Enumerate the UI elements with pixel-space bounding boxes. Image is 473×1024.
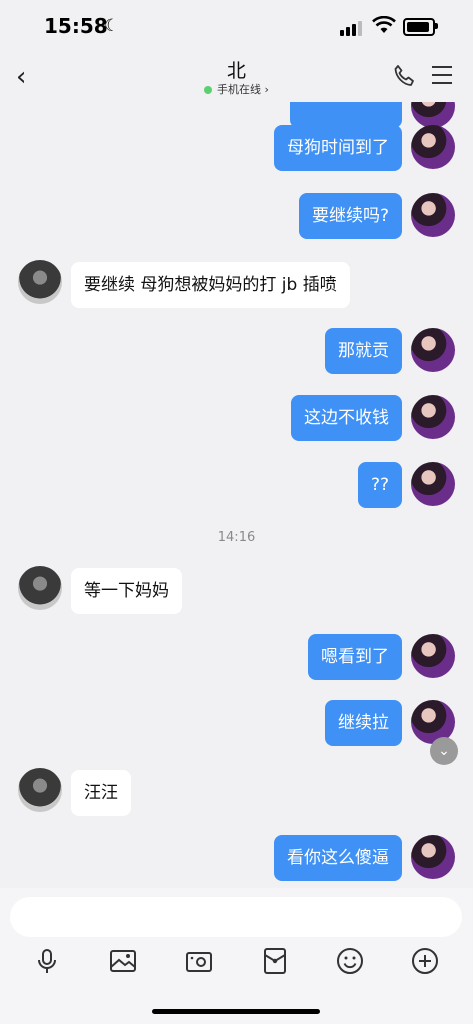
status-bar: 15:58 ☾ bbox=[0, 0, 473, 52]
scroll-down-button[interactable]: ⌄ bbox=[430, 737, 458, 765]
avatar[interactable] bbox=[411, 328, 455, 372]
red-packet-icon[interactable] bbox=[260, 946, 290, 976]
avatar[interactable] bbox=[18, 566, 62, 610]
avatar[interactable] bbox=[411, 462, 455, 506]
battery-icon bbox=[403, 18, 435, 36]
emoji-icon[interactable] bbox=[335, 946, 365, 976]
microphone-icon[interactable] bbox=[32, 946, 62, 976]
chat-header: ‹ 北 手机在线 › bbox=[0, 52, 473, 102]
message-in[interactable]: 等一下妈妈 bbox=[71, 568, 182, 614]
message-input[interactable] bbox=[10, 897, 462, 937]
message-timestamp: 14:16 bbox=[217, 530, 256, 545]
message-in[interactable]: 汪汪 bbox=[71, 770, 131, 816]
camera-icon[interactable] bbox=[184, 946, 214, 976]
message-out[interactable]: 继续拉 bbox=[325, 700, 402, 746]
input-bar bbox=[0, 888, 473, 1024]
message-list[interactable]: 母狗时间到了 要继续吗? 要继续 母狗想被妈妈的打 jb 插喷 那就贡 这边不收… bbox=[0, 102, 473, 888]
message-out[interactable]: 要继续吗? bbox=[298, 193, 402, 239]
avatar[interactable] bbox=[411, 835, 455, 879]
avatar[interactable] bbox=[18, 768, 62, 812]
message-out[interactable]: 看你这么傻逼 bbox=[274, 835, 402, 881]
menu-icon[interactable] bbox=[432, 66, 452, 90]
message-out[interactable]: ?? bbox=[357, 462, 402, 508]
phone-call-icon[interactable] bbox=[392, 64, 416, 88]
avatar[interactable] bbox=[411, 125, 455, 169]
message-out[interactable]: 母狗时间到了 bbox=[274, 125, 402, 171]
avatar[interactable] bbox=[411, 395, 455, 439]
avatar[interactable] bbox=[411, 193, 455, 237]
plus-icon[interactable] bbox=[410, 946, 440, 976]
message-in[interactable]: 要继续 母狗想被妈妈的打 jb 插喷 bbox=[71, 262, 350, 308]
chevron-right-icon: › bbox=[264, 83, 269, 96]
battery-tip bbox=[435, 23, 438, 29]
moon-icon: ☾ bbox=[104, 16, 120, 36]
online-status-text: 手机在线 bbox=[217, 83, 262, 96]
online-dot-icon bbox=[204, 86, 213, 94]
avatar[interactable] bbox=[411, 634, 455, 678]
avatar[interactable] bbox=[18, 260, 62, 304]
home-indicator bbox=[152, 1009, 320, 1014]
image-icon[interactable] bbox=[108, 946, 138, 976]
wifi-icon bbox=[372, 16, 396, 33]
status-time: 15:58 bbox=[44, 14, 108, 38]
message-out[interactable]: 嗯看到了 bbox=[308, 634, 402, 680]
message-out[interactable]: 那就贡 bbox=[325, 328, 402, 374]
cellular-signal-icon bbox=[340, 20, 362, 36]
message-out[interactable]: 这边不收钱 bbox=[291, 395, 402, 441]
